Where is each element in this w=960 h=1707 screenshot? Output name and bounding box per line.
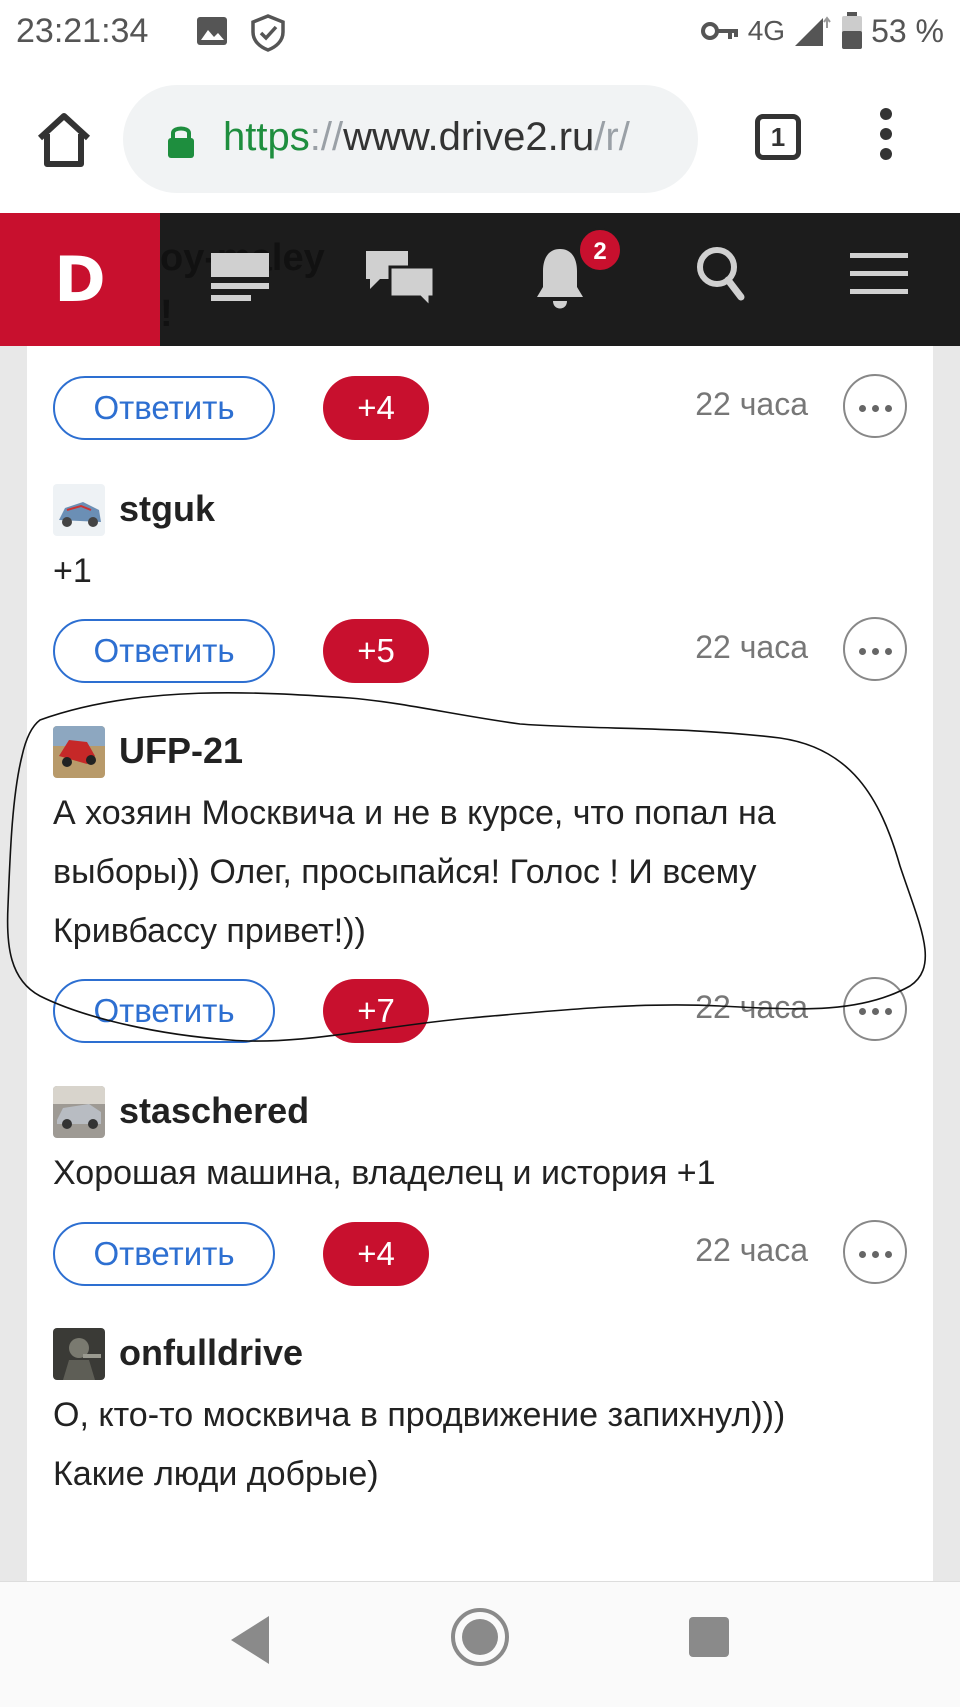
username[interactable]: stguk (119, 488, 215, 530)
comment: onfulldrive О, кто-то москвича в продвиж… (53, 1326, 913, 1504)
tab-switcher-button[interactable]: 1 (755, 114, 801, 160)
comment-actions: Ответить +7 22 часа (53, 977, 933, 1043)
vote-button[interactable]: +7 (323, 979, 429, 1043)
network-type: 4G (747, 15, 786, 46)
comments-area: Ответить +4 22 часа stguk +1 Ответить +5… (0, 346, 960, 1581)
search-icon[interactable] (695, 245, 747, 305)
comment-time: 22 часа (695, 386, 808, 422)
browser-menu-icon[interactable] (876, 108, 896, 168)
recents-icon[interactable] (688, 1616, 730, 1658)
comment-header: onfulldrive (53, 1326, 913, 1382)
username[interactable]: UFP-21 (119, 730, 243, 772)
avatar[interactable] (53, 726, 105, 778)
comment-actions: Ответить +4 22 часа (53, 374, 933, 440)
vote-button[interactable]: +5 (323, 619, 429, 683)
header-underlay-line: ! (160, 293, 173, 335)
back-icon[interactable] (225, 1612, 275, 1668)
url-separator: :// (309, 115, 344, 159)
comment-time: 22 часа (695, 989, 808, 1025)
browser-toolbar: https://www.drive2.ru/r/ 1 (0, 70, 960, 213)
site-logo[interactable]: D (0, 213, 160, 346)
avatar[interactable] (53, 1328, 105, 1380)
vpn-key-icon (700, 22, 738, 40)
lock-icon (168, 126, 194, 158)
home-nav-icon[interactable] (450, 1607, 510, 1667)
comment-time: 22 часа (695, 629, 808, 665)
comment-actions: Ответить +5 22 часа (53, 617, 933, 683)
comment-header: stguk (53, 482, 913, 538)
url-text[interactable]: https://www.drive2.ru/r/ (223, 115, 683, 160)
vote-button[interactable]: +4 (323, 376, 429, 440)
feed-icon[interactable] (205, 245, 275, 315)
url-path: /r/ (594, 115, 630, 159)
username[interactable]: staschered (119, 1090, 309, 1132)
username[interactable]: onfulldrive (119, 1332, 303, 1374)
reply-button[interactable]: Ответить (53, 979, 275, 1043)
comment-header: UFP-21 (53, 724, 913, 780)
status-bar: 23:21:34 4G 53 % (0, 0, 960, 70)
comments-card: Ответить +4 22 часа stguk +1 Ответить +5… (27, 346, 933, 1581)
home-icon[interactable] (34, 110, 94, 170)
comment-actions: Ответить +4 22 часа (53, 1220, 933, 1286)
more-options-icon[interactable] (843, 1220, 907, 1284)
status-time: 23:21:34 (16, 12, 149, 50)
url-host: www.drive2.ru (343, 115, 595, 159)
more-options-icon[interactable] (843, 977, 907, 1041)
reply-button[interactable]: Ответить (53, 1222, 275, 1286)
reply-button[interactable]: Ответить (53, 376, 275, 440)
comment-text: Какие люди добрые) (53, 1455, 379, 1493)
reply-button[interactable]: Ответить (53, 619, 275, 683)
comment: staschered Хорошая машина, владелец и ис… (53, 1084, 913, 1203)
comment-time: 22 часа (695, 1232, 808, 1268)
gallery-icon (197, 17, 227, 45)
more-options-icon[interactable] (843, 374, 907, 438)
site-header: D oy-maley ! (0, 213, 960, 346)
avatar[interactable] (53, 1086, 105, 1138)
status-right: 4G 53 % (700, 12, 944, 50)
comment: UFP-21 А хозяин Москвича и не в курсе, ч… (53, 724, 913, 961)
messages-icon[interactable] (362, 245, 438, 315)
comment-header: staschered (53, 1084, 913, 1140)
comment-text: О, кто-то москвича в продвижение запихну… (53, 1396, 786, 1434)
vote-button[interactable]: +4 (323, 1222, 429, 1286)
signal-icon (795, 16, 831, 46)
comment-text: Хорошая машина, владелец и история +1 (53, 1154, 716, 1192)
comment: stguk +1 (53, 482, 913, 601)
comment-text: +1 (53, 552, 92, 590)
avatar[interactable] (53, 484, 105, 536)
comment-text: А хозяин Москвича и не в курсе, что попа… (53, 794, 776, 950)
shield-check-icon (251, 14, 285, 52)
notification-badge: 2 (578, 228, 622, 272)
url-scheme: https (223, 115, 310, 159)
battery-icon (842, 12, 863, 49)
battery-level: 53 % (871, 12, 944, 49)
address-bar[interactable]: https://www.drive2.ru/r/ (123, 85, 698, 193)
android-nav-bar (0, 1581, 960, 1707)
hamburger-menu-icon[interactable] (850, 245, 908, 301)
more-options-icon[interactable] (843, 617, 907, 681)
